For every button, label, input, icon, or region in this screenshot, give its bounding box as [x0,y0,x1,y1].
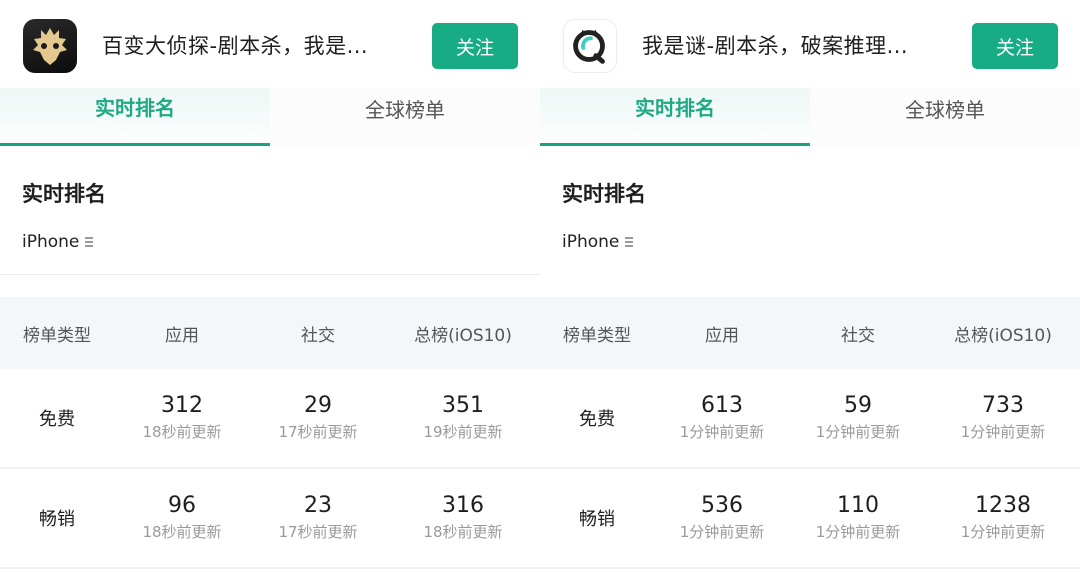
detective-mask-icon [23,19,77,73]
updated-time: 18秒前更新 [142,423,222,441]
rank-cell: 110 1分钟前更新 [790,493,926,543]
header-social: 社交 [841,325,875,346]
table-row: 免费 613 1分钟前更新 59 1分钟前更新 733 1分钟前更新 [540,369,1080,469]
table-row: 畅销 536 1分钟前更新 110 1分钟前更新 1238 1分钟前更新 [540,469,1080,569]
divider [0,274,540,275]
updated-time: 1分钟前更新 [679,423,765,441]
updated-time: 17秒前更新 [278,523,358,541]
menu-icon [85,237,94,247]
magnifier-q-icon [563,19,617,73]
tab-realtime-ranking[interactable]: 实时排名 [0,88,270,146]
header-overall: 总榜(iOS10) [414,325,512,346]
device-label: iPhone [562,232,620,252]
row-label: 免费 [579,409,615,430]
app-header: 我是谜-剧本杀，破案推理... 关注 [540,0,1080,88]
updated-time: 1分钟前更新 [815,523,901,541]
rank-value: 59 [844,393,872,418]
rank-cell: 536 1分钟前更新 [654,493,790,543]
tab-global-charts[interactable]: 全球榜单 [810,88,1080,146]
header-apps: 应用 [705,325,739,346]
header-overall: 总榜(iOS10) [954,325,1052,346]
rank-value: 29 [304,393,332,418]
rank-cell: 96 18秒前更新 [114,493,250,543]
rank-value: 733 [982,393,1024,418]
app-ranking-panel-woshimi: 我是谜-剧本杀，破案推理... 关注 实时排名 全球榜单 实时排名 iPhone… [540,0,1080,574]
table-header: 榜单类型 应用 社交 总榜(iOS10) [0,297,540,369]
updated-time: 18秒前更新 [142,523,222,541]
updated-time: 1分钟前更新 [679,523,765,541]
tab-global-charts[interactable]: 全球榜单 [270,88,540,146]
rank-cell: 29 17秒前更新 [250,393,386,443]
follow-button[interactable]: 关注 [972,23,1058,69]
header-chart-type: 榜单类型 [23,325,91,346]
ranking-tabs: 实时排名 全球榜单 [540,88,1080,148]
updated-time: 18秒前更新 [423,523,503,541]
table-row: 免费 312 18秒前更新 29 17秒前更新 351 19秒前更新 [0,369,540,469]
device-label: iPhone [22,232,80,252]
device-selector[interactable]: iPhone [22,232,94,252]
updated-time: 19秒前更新 [423,423,503,441]
ranking-table: 榜单类型 应用 社交 总榜(iOS10) 免费 613 1分钟前更新 59 1分钟前… [540,297,1080,569]
rank-value: 312 [161,393,203,418]
rank-cell: 733 1分钟前更新 [926,393,1080,443]
ranking-tabs: 实时排名 全球榜单 [0,88,540,148]
rank-cell: 316 18秒前更新 [386,493,540,543]
device-selector[interactable]: iPhone [562,232,634,252]
follow-button[interactable]: 关注 [432,23,518,69]
tab-realtime-ranking[interactable]: 实时排名 [540,88,810,146]
updated-time: 1分钟前更新 [815,423,901,441]
rank-cell: 1238 1分钟前更新 [926,493,1080,543]
rank-value: 110 [837,493,879,518]
header-social: 社交 [301,325,335,346]
rank-value: 351 [442,393,484,418]
row-label: 免费 [39,409,75,430]
rank-cell: 351 19秒前更新 [386,393,540,443]
rank-value: 536 [701,493,743,518]
updated-time: 1分钟前更新 [960,523,1046,541]
rank-cell: 23 17秒前更新 [250,493,386,543]
table-header: 榜单类型 应用 社交 总榜(iOS10) [540,297,1080,369]
row-label: 畅销 [39,509,75,530]
menu-icon [625,237,634,247]
rank-value: 613 [701,393,743,418]
ranking-table: 榜单类型 应用 社交 总榜(iOS10) 免费 312 18秒前更新 29 17秒前… [0,297,540,569]
app-title: 我是谜-剧本杀，破案推理... [642,34,909,58]
rank-value: 23 [304,493,332,518]
app-ranking-panel-baibian: 百变大侦探-剧本杀，我是... 关注 实时排名 全球榜单 实时排名 iPhone… [0,0,540,574]
rank-value: 96 [168,493,196,518]
app-title: 百变大侦探-剧本杀，我是... [102,34,369,58]
table-row: 畅销 96 18秒前更新 23 17秒前更新 316 18秒前更新 [0,469,540,569]
app-header: 百变大侦探-剧本杀，我是... 关注 [0,0,540,88]
rank-value: 316 [442,493,484,518]
rank-cell: 613 1分钟前更新 [654,393,790,443]
updated-time: 1分钟前更新 [960,423,1046,441]
row-label: 畅销 [579,509,615,530]
rank-cell: 312 18秒前更新 [114,393,250,443]
header-apps: 应用 [165,325,199,346]
rank-cell: 59 1分钟前更新 [790,393,926,443]
header-chart-type: 榜单类型 [563,325,631,346]
section-title: 实时排名 [22,182,106,206]
updated-time: 17秒前更新 [278,423,358,441]
rank-value: 1238 [975,493,1031,518]
section-title: 实时排名 [562,182,646,206]
